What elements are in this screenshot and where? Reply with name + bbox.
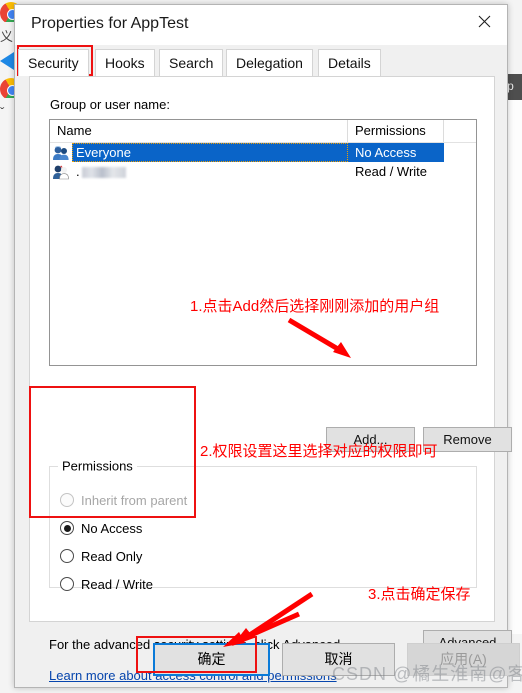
dialog-titlebar: Properties for AppTest	[15, 5, 507, 45]
group-user-listview[interactable]: Name Permissions Everyone No Access . Re…	[49, 119, 477, 366]
tab-security[interactable]: Security	[18, 49, 89, 76]
radio-no-access[interactable]: No Access	[60, 519, 142, 537]
column-header-filler	[444, 120, 476, 142]
column-header-permissions[interactable]: Permissions	[348, 120, 444, 142]
radio-mark-icon	[60, 521, 74, 535]
radio-mark-icon	[60, 549, 74, 563]
row-name-blurred	[81, 167, 126, 179]
close-button[interactable]	[462, 5, 507, 37]
group-or-user-name-label: Group or user name:	[50, 97, 170, 112]
tab-search[interactable]: Search	[159, 49, 224, 76]
tab-strip: Security Hooks Search Delegation Details	[15, 45, 507, 77]
table-row[interactable]: Everyone No Access	[50, 143, 476, 162]
row-name: Everyone	[72, 143, 348, 162]
permissions-groupbox-label: Permissions	[58, 458, 137, 474]
group-or-user-name-text: Group or user name:	[50, 97, 170, 112]
apply-button[interactable]: 应用(A)	[407, 643, 520, 676]
tab-details[interactable]: Details	[318, 49, 381, 76]
cancel-button[interactable]: 取消	[282, 643, 395, 676]
security-tab-panel: Group or user name: Name Permissions Eve…	[29, 76, 512, 683]
users-group-icon	[53, 165, 69, 180]
table-row[interactable]: . Read / Write	[50, 162, 476, 181]
radio-read-only[interactable]: Read Only	[60, 547, 142, 565]
radio-read-write[interactable]: Read / Write	[60, 575, 153, 593]
radio-inherit-from-parent[interactable]: Inherit from parent	[60, 491, 187, 509]
ok-button[interactable]: 确定	[153, 643, 270, 676]
radio-label: Read / Write	[81, 576, 154, 592]
radio-mark-icon	[60, 493, 74, 507]
dialog-title: Properties for AppTest	[31, 15, 189, 32]
radio-mark-icon	[60, 577, 74, 591]
tab-hooks[interactable]: Hooks	[95, 49, 155, 76]
radio-label: Inherit from parent	[81, 492, 188, 508]
row-name: .	[72, 162, 348, 181]
tab-delegation[interactable]: Delegation	[226, 49, 313, 76]
row-permission: Read / Write	[355, 164, 428, 179]
close-icon	[478, 15, 491, 27]
users-group-icon	[53, 146, 69, 160]
properties-dialog: Properties for AppTest Security Hooks Se…	[14, 4, 520, 688]
listview-header: Name Permissions	[50, 120, 476, 143]
column-header-name[interactable]: Name	[50, 120, 348, 142]
radio-label: Read Only	[81, 548, 143, 564]
remove-button[interactable]: Remove	[423, 427, 512, 452]
add-button[interactable]: Add...	[326, 427, 415, 452]
row-name-text: .	[76, 164, 80, 179]
row-permission: No Access	[348, 143, 444, 162]
radio-label: No Access	[81, 520, 143, 536]
